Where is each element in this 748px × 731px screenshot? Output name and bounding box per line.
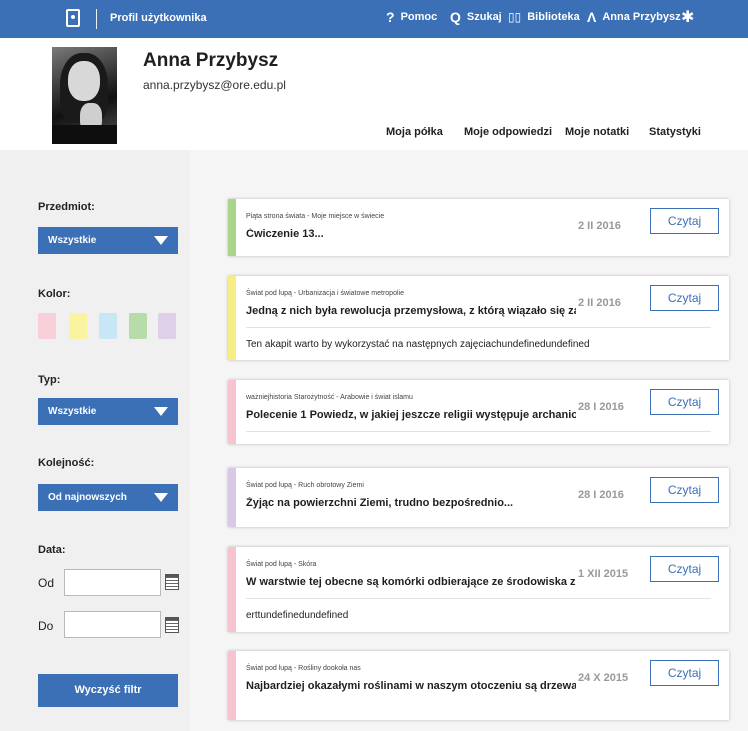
card-breadcrumb: Świat pod lupą - Skóra: [246, 561, 317, 568]
subject-select[interactable]: Wszystkie: [38, 227, 178, 254]
card-date: 1 XII 2015: [578, 568, 629, 580]
color-swatch-yellow[interactable]: [69, 313, 87, 339]
tab-my-notes[interactable]: Moje notatki: [565, 126, 629, 138]
card-breadcrumb: Świat pod lupą - Ruch obrotowy Ziemi: [246, 482, 364, 489]
clear-filter-button[interactable]: Wyczyść filtr: [38, 674, 178, 707]
color-swatch-purple[interactable]: [158, 313, 176, 339]
read-button[interactable]: Czytaj: [650, 660, 719, 686]
divider: [246, 327, 711, 328]
question-icon: ?: [386, 9, 395, 25]
divider: [96, 9, 97, 29]
user-icon: Λ: [587, 9, 597, 25]
profile-header: Anna Przybysz anna.przybysz@ore.edu.pl M…: [0, 38, 748, 150]
type-select[interactable]: Wszystkie: [38, 398, 178, 425]
user-label: Anna Przybysz: [602, 11, 681, 23]
card-title[interactable]: Żyjąc na powierzchni Ziemi, trudno bezpo…: [246, 497, 513, 509]
tab-my-shelf[interactable]: Moja półka: [386, 126, 443, 138]
library-label: Biblioteka: [527, 11, 580, 23]
color-swatch-blue[interactable]: [99, 313, 117, 339]
tab-my-answers[interactable]: Moje odpowiedzi: [464, 126, 552, 138]
read-button[interactable]: Czytaj: [650, 389, 719, 415]
card-note: Ten akapit warto by wykorzystać na nastę…: [246, 339, 590, 350]
read-button[interactable]: Czytaj: [650, 208, 719, 234]
library-link[interactable]: ▯▯ Biblioteka: [508, 10, 580, 24]
color-swatch-pink[interactable]: [38, 313, 56, 339]
help-link[interactable]: ? Pomoc: [386, 10, 437, 24]
card-breadcrumb: ważniejhistoria Starożytność - Arabowie …: [246, 394, 413, 401]
date-to-label: Do: [38, 619, 54, 633]
card-date: 2 II 2016: [578, 220, 621, 232]
date-from-label: Od: [38, 576, 55, 590]
card-note: erttundefinedundefined: [246, 610, 349, 621]
note-card[interactable]: Świat pod lupą - Skóra W warstwie tej ob…: [228, 547, 729, 632]
search-icon: Q: [450, 9, 461, 25]
card-date: 2 II 2016: [578, 297, 621, 309]
color-bar: [228, 651, 236, 720]
top-bar: Profil użytkownika ? Pomoc Q Szukaj ▯▯ B…: [0, 0, 748, 38]
note-card[interactable]: Piąta strona świata - Moje miejsce w świ…: [228, 199, 729, 256]
date-label: Data:: [38, 544, 66, 556]
chevron-down-icon: [154, 493, 168, 502]
card-title[interactable]: Najbardziej okazałymi roślinami w naszym…: [246, 680, 576, 692]
tab-statistics[interactable]: Statystyki: [649, 126, 701, 138]
card-breadcrumb: Piąta strona świata - Moje miejsce w świ…: [246, 213, 385, 220]
search-label: Szukaj: [466, 11, 502, 23]
card-date: 24 X 2015: [578, 672, 629, 684]
user-name: Anna Przybysz: [143, 50, 279, 71]
tablet-icon[interactable]: [66, 9, 80, 27]
read-button[interactable]: Czytaj: [650, 477, 719, 503]
order-value: Od najnowszych: [48, 492, 127, 503]
card-breadcrumb: Świat pod lupą - Rośliny dookoła nas: [246, 665, 361, 672]
color-swatch-green[interactable]: [129, 313, 147, 339]
note-card[interactable]: Świat pod lupą - Ruch obrotowy Ziemi Żyj…: [228, 468, 729, 527]
color-bar: [228, 380, 236, 444]
color-bar: [228, 199, 236, 256]
chevron-down-icon: [154, 236, 168, 245]
note-card[interactable]: Świat pod lupą - Urbanizacja i światowe …: [228, 276, 729, 360]
date-from-input[interactable]: [64, 569, 161, 596]
divider: [246, 431, 711, 432]
app-title: Profil użytkownika: [110, 12, 207, 24]
color-bar: [228, 547, 236, 632]
calendar-icon[interactable]: [165, 574, 179, 590]
divider: [246, 598, 711, 599]
search-link[interactable]: Q Szukaj: [450, 10, 502, 24]
chevron-down-icon: [154, 407, 168, 416]
avatar: [52, 47, 117, 144]
help-label: Pomoc: [400, 11, 438, 23]
subject-label: Przedmiot:: [38, 201, 95, 213]
card-title[interactable]: Jedną z nich była rewolucja przemysłowa,…: [246, 305, 576, 317]
read-button[interactable]: Czytaj: [650, 285, 719, 311]
user-link[interactable]: Λ Anna Przybysz: [587, 10, 681, 24]
calendar-icon[interactable]: [165, 617, 179, 633]
type-label: Typ:: [38, 374, 61, 386]
card-title[interactable]: Ćwiczenie 13...: [246, 228, 324, 240]
card-breadcrumb: Świat pod lupą - Urbanizacja i światowe …: [246, 290, 404, 297]
book-icon: ▯▯: [508, 10, 522, 24]
card-date: 28 I 2016: [578, 489, 624, 501]
subject-value: Wszystkie: [48, 235, 97, 246]
order-label: Kolejność:: [38, 457, 95, 469]
color-bar: [228, 468, 236, 527]
color-bar: [228, 276, 236, 360]
card-date: 28 I 2016: [578, 401, 624, 413]
note-card[interactable]: Świat pod lupą - Rośliny dookoła nas Naj…: [228, 651, 729, 720]
note-card[interactable]: ważniejhistoria Starożytność - Arabowie …: [228, 380, 729, 444]
gear-icon[interactable]: ✱: [681, 9, 694, 27]
color-label: Kolor:: [38, 288, 71, 300]
card-title[interactable]: W warstwie tej obecne są komórki odbiera…: [246, 576, 576, 588]
type-value: Wszystkie: [48, 406, 97, 417]
date-to-input[interactable]: [64, 611, 161, 638]
order-select[interactable]: Od najnowszych: [38, 484, 178, 511]
user-email: anna.przybysz@ore.edu.pl: [143, 78, 286, 92]
card-title[interactable]: Polecenie 1 Powiedz, w jakiej jeszcze re…: [246, 409, 576, 421]
read-button[interactable]: Czytaj: [650, 556, 719, 582]
